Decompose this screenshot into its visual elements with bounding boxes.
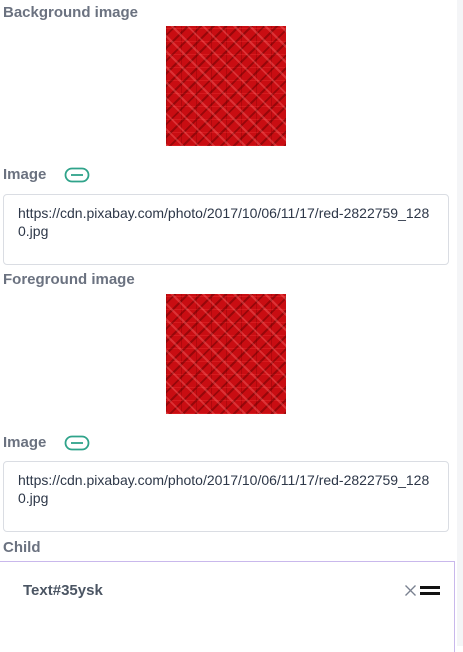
close-icon[interactable] [404, 584, 417, 597]
child-heading: Child [3, 539, 41, 556]
background-image-preview [166, 26, 286, 146]
foreground-image-url-field[interactable]: https://cdn.pixabay.com/photo/2017/10/06… [3, 461, 449, 532]
scrollbar[interactable] [457, 0, 463, 646]
link-icon[interactable] [64, 166, 90, 184]
child-panel [0, 561, 455, 652]
child-item-label[interactable]: Text#35ysk [23, 582, 103, 599]
foreground-image-field-label: Image [3, 434, 47, 451]
background-image-heading: Background image [3, 4, 139, 21]
background-image-url-field[interactable]: https://cdn.pixabay.com/photo/2017/10/06… [3, 194, 449, 265]
foreground-image-heading: Foreground image [3, 271, 135, 288]
background-image-field-label: Image [3, 166, 47, 183]
foreground-image-preview [166, 294, 286, 414]
link-icon[interactable] [64, 434, 90, 452]
drag-handle-icon[interactable] [420, 586, 440, 596]
